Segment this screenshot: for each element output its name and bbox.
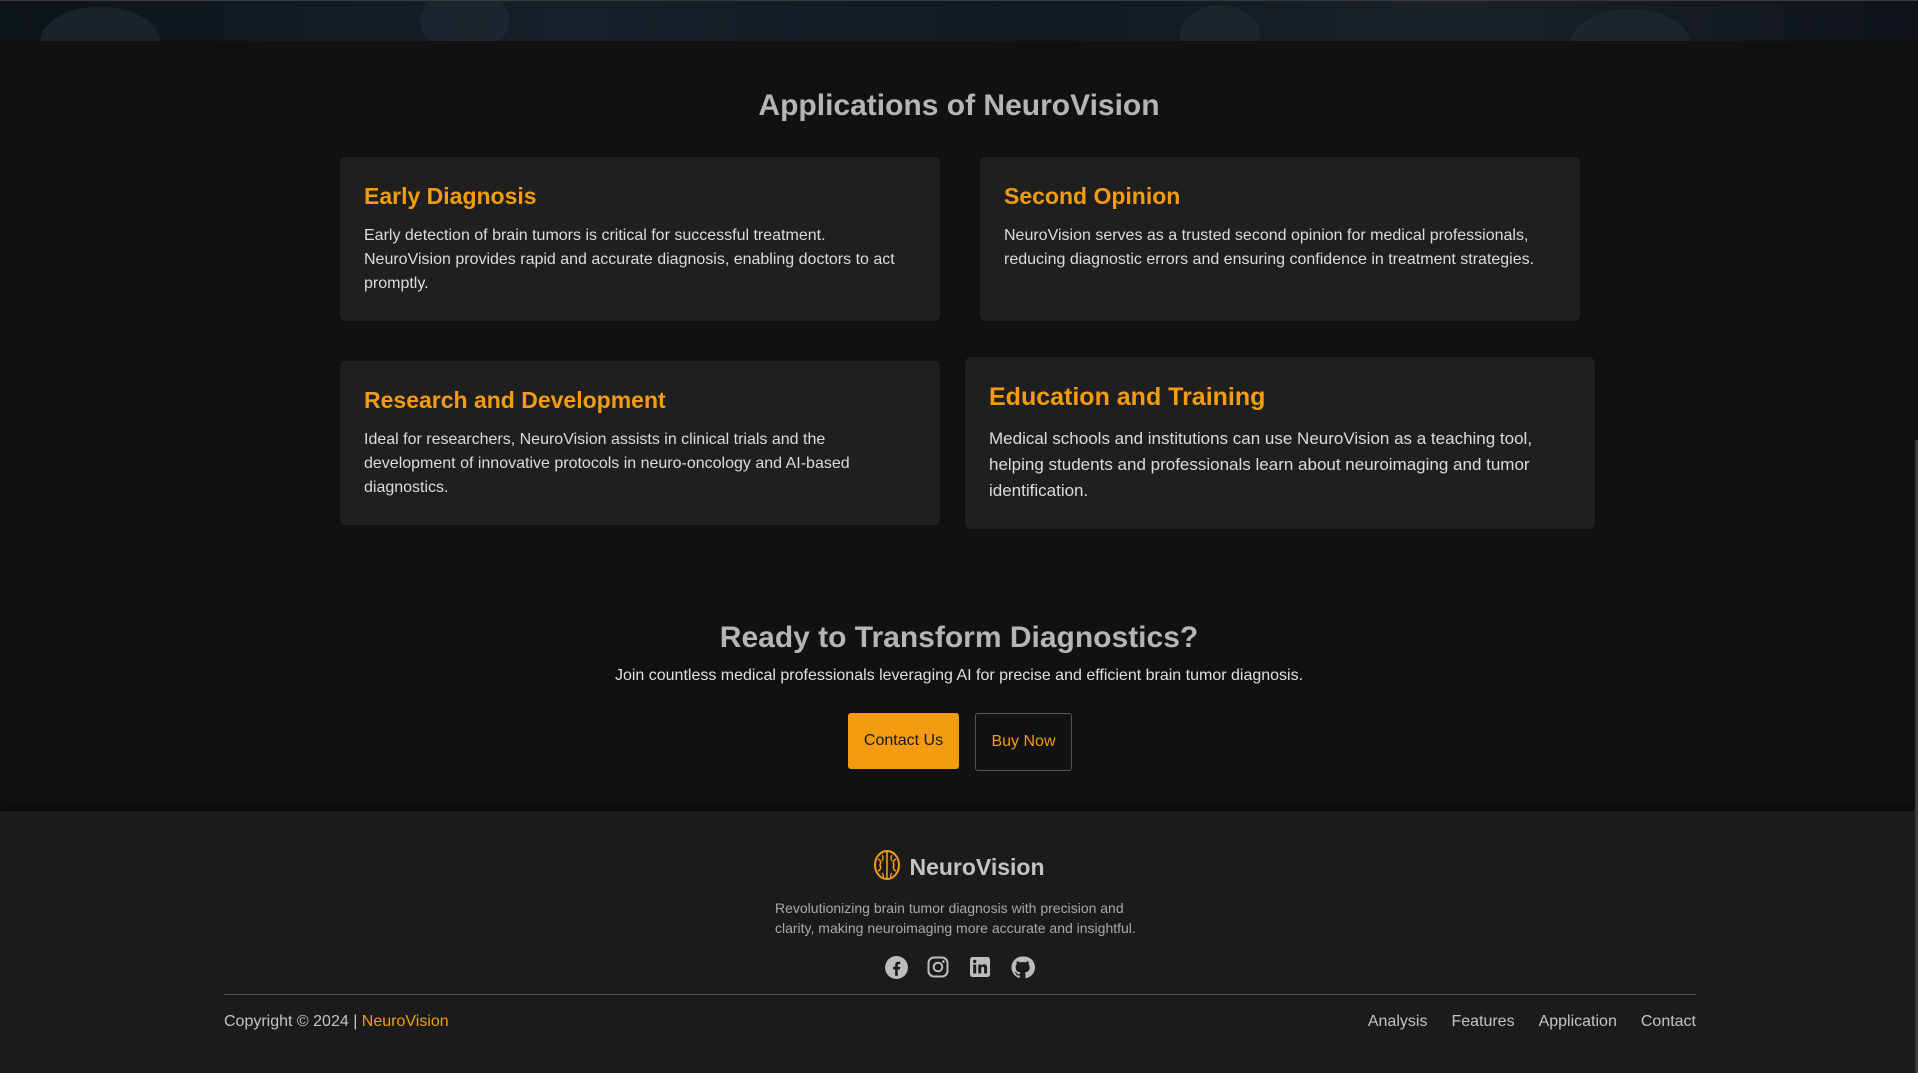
- main-content: Applications of NeuroVision Early Diagno…: [0, 41, 1918, 811]
- footer-link-features[interactable]: Features: [1451, 1013, 1514, 1031]
- copyright: Copyright © 2024 | NeuroVision: [224, 1013, 449, 1031]
- footer-brand[interactable]: NeuroVision: [0, 849, 1918, 886]
- card-early-diagnosis: Early Diagnosis Early detection of brain…: [340, 157, 940, 321]
- footer-link-analysis[interactable]: Analysis: [1368, 1013, 1428, 1031]
- buy-now-button[interactable]: Buy Now: [975, 713, 1072, 771]
- card-text: Ideal for researchers, NeuroVision assis…: [364, 431, 850, 496]
- card-title: Second Opinion: [1004, 183, 1181, 209]
- footer-tagline: Revolutionizing brain tumor diagnosis wi…: [775, 900, 1136, 936]
- github-icon[interactable]: [1009, 954, 1035, 980]
- card-education-training: Education and Training Medical schools a…: [965, 357, 1595, 529]
- contact-us-button[interactable]: Contact Us: [848, 713, 959, 769]
- card-title: Education and Training: [989, 383, 1266, 411]
- card-title: Research and Development: [364, 387, 666, 413]
- footer-brand-name: NeuroVision: [909, 854, 1045, 880]
- copyright-text: Copyright © 2024 |: [224, 1013, 362, 1030]
- social-links: [0, 954, 1918, 980]
- card-title: Early Diagnosis: [364, 183, 537, 209]
- facebook-icon[interactable]: [883, 954, 909, 980]
- copyright-brand-link[interactable]: NeuroVision: [362, 1013, 449, 1030]
- instagram-icon[interactable]: [925, 954, 951, 980]
- footer-link-contact[interactable]: Contact: [1641, 1013, 1696, 1031]
- card-second-opinion: Second Opinion NeuroVision serves as a t…: [980, 157, 1580, 321]
- footer: NeuroVision Revolutionizing brain tumor …: [0, 811, 1918, 1073]
- footer-link-application[interactable]: Application: [1539, 1013, 1617, 1031]
- cta-subtitle: Join countless medical professionals lev…: [614, 667, 1304, 684]
- card-text: Medical schools and institutions can use…: [989, 429, 1533, 500]
- brain-icon: [873, 849, 901, 886]
- applications-title: Applications of NeuroVision: [758, 89, 1160, 122]
- card-text: NeuroVision serves as a trusted second o…: [1004, 227, 1535, 268]
- footer-divider: [224, 994, 1696, 995]
- hero-banner-strip: [0, 0, 1918, 41]
- card-research-development: Research and Development Ideal for resea…: [340, 361, 940, 525]
- cta-title: Ready to Transform Diagnostics?: [719, 621, 1199, 654]
- linkedin-icon[interactable]: [967, 954, 993, 980]
- card-text: Early detection of brain tumors is criti…: [364, 227, 895, 292]
- footer-nav: Analysis Features Application Contact: [1368, 1013, 1696, 1031]
